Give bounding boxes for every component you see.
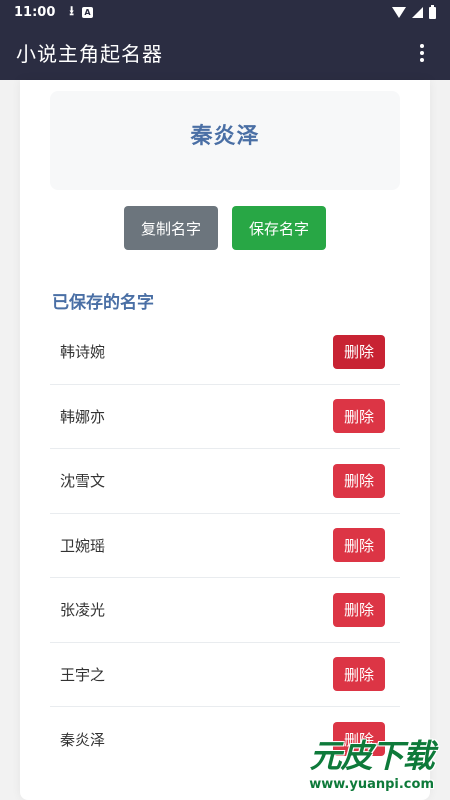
save-name-button[interactable]: 保存名字 xyxy=(232,206,326,250)
delete-button[interactable]: 删除 xyxy=(333,592,385,627)
saved-name: 秦炎泽 xyxy=(60,730,106,749)
list-item: 沈雪文 删除 xyxy=(50,449,400,514)
overflow-menu-icon[interactable] xyxy=(410,41,434,65)
list-item: 韩诗婉 删除 xyxy=(50,320,400,385)
delete-button[interactable]: 删除 xyxy=(333,657,385,692)
saved-name: 韩诗婉 xyxy=(60,343,106,362)
saved-name: 沈雪文 xyxy=(60,472,106,491)
generated-name-box: 秦炎泽 xyxy=(50,91,400,190)
watermark-logo: 元皮下载 www.yuanpi.com xyxy=(309,731,434,792)
list-item: 卫婉瑶 删除 xyxy=(50,514,400,578)
battery-icon xyxy=(429,4,436,19)
saved-names-title: 已保存的名字 xyxy=(52,293,154,313)
watermark-url: www.yuanpi.com xyxy=(309,777,434,792)
saved-names-list: 韩诗婉 删除 韩娜亦 删除 沈雪文 删除 卫婉瑶 删除 张凌光 删除 王宇之 删… xyxy=(50,320,400,772)
delete-button[interactable]: 删除 xyxy=(333,399,385,434)
status-bar: 11:00 ⭳ A xyxy=(0,0,450,25)
saved-name: 卫婉瑶 xyxy=(60,536,106,555)
saved-name: 韩娜亦 xyxy=(60,407,106,426)
download-icon: ⭳ xyxy=(69,3,74,19)
delete-button[interactable]: 删除 xyxy=(333,334,385,369)
status-time: 11:00 xyxy=(14,5,56,20)
list-item: 张凌光 删除 xyxy=(50,578,400,643)
copy-name-button[interactable]: 复制名字 xyxy=(124,206,218,250)
saved-name: 王宇之 xyxy=(60,665,106,684)
delete-button[interactable]: 删除 xyxy=(333,463,385,498)
generated-name: 秦炎泽 xyxy=(190,124,260,149)
list-item: 王宇之 删除 xyxy=(50,643,400,707)
app-bar: 小说主角起名器 xyxy=(0,25,450,80)
wifi-icon xyxy=(392,7,406,18)
saved-name: 张凌光 xyxy=(60,601,106,620)
notification-a-icon: A xyxy=(81,7,93,18)
app-title: 小说主角起名器 xyxy=(16,42,163,66)
main-card: 秦炎泽 复制名字 保存名字 已保存的名字 韩诗婉 删除 韩娜亦 删除 沈雪文 删… xyxy=(20,80,430,800)
watermark-brand: 元皮下载 xyxy=(309,737,435,775)
signal-icon xyxy=(412,7,423,18)
list-item: 韩娜亦 删除 xyxy=(50,385,400,449)
delete-button[interactable]: 删除 xyxy=(333,528,385,563)
